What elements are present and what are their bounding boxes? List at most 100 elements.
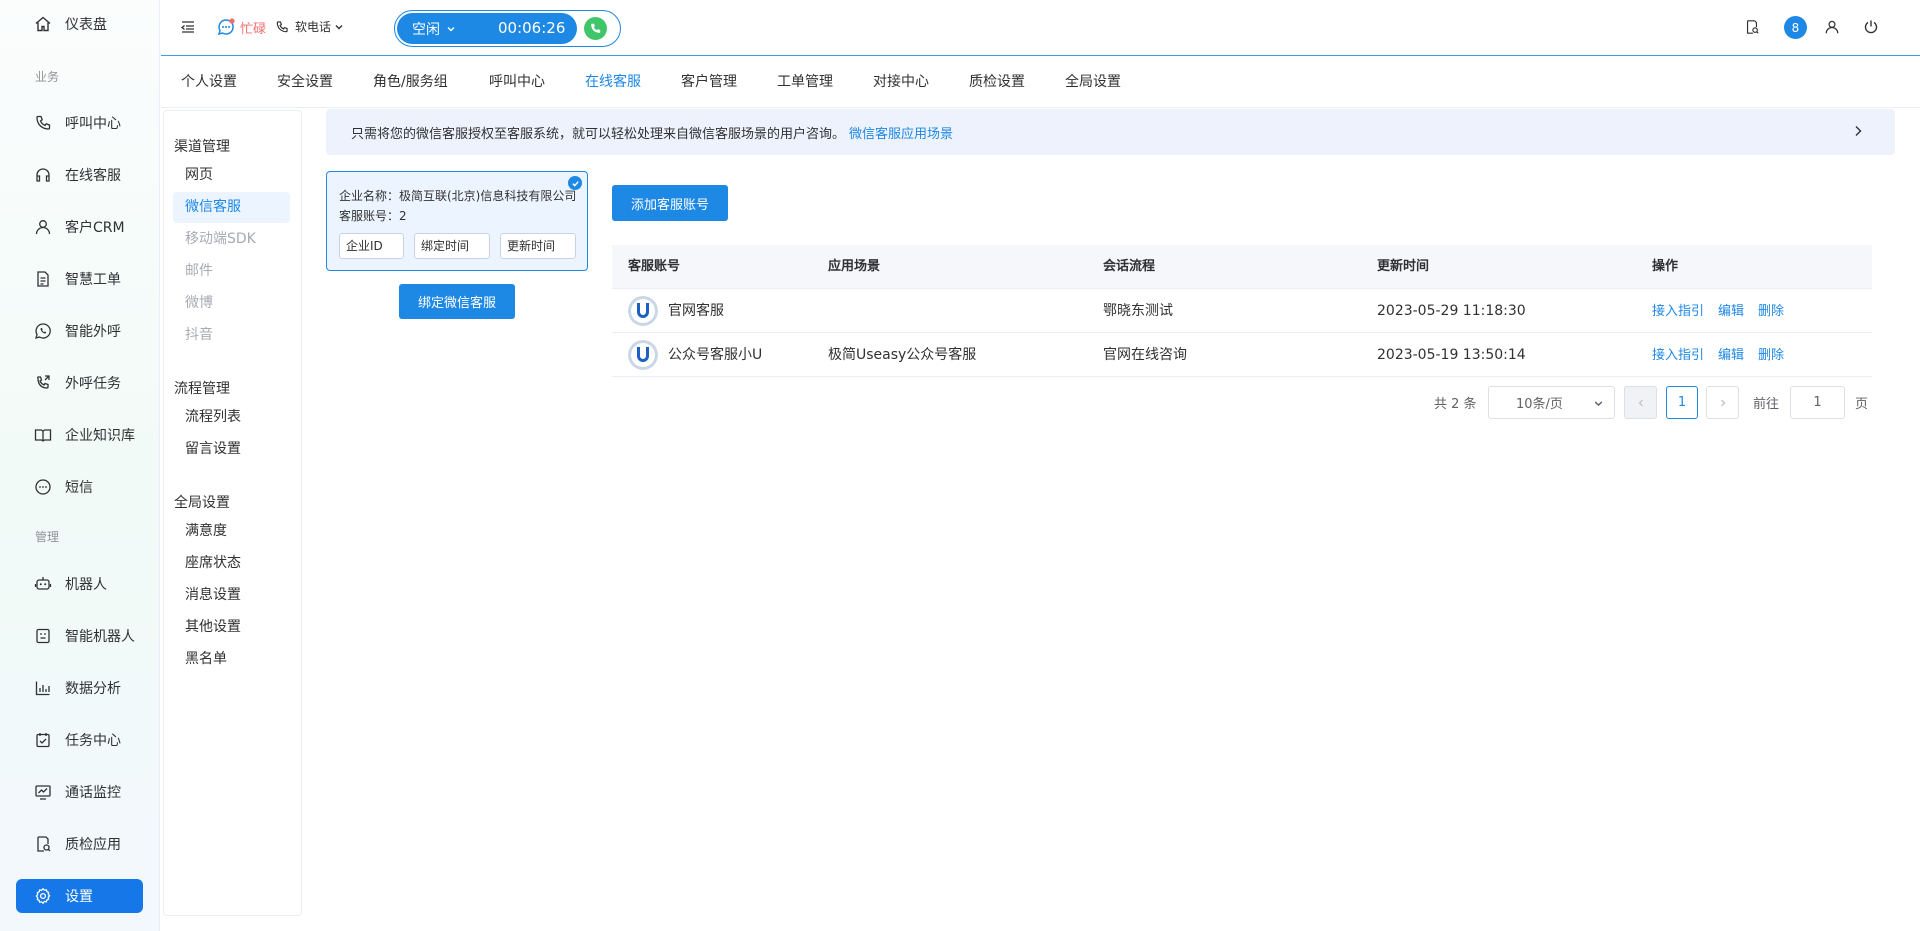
profile-button[interactable] (1824, 19, 1840, 35)
edit-link[interactable]: 编辑 (1718, 304, 1744, 319)
corp-account-count: 客服账号：2 (339, 209, 407, 223)
sidebar-item-smart-outbound[interactable]: 智能外呼 (16, 314, 143, 348)
cell-actions: 接入指引 编辑 删除 (1652, 333, 1798, 377)
softphone-selector[interactable]: 软电话 (275, 18, 344, 35)
sidebar-item-dashboard[interactable]: 仪表盘 (16, 7, 143, 41)
corp-card[interactable]: 企业名称：极简互联(北京)信息科技有限公司 客服账号：2 企业ID 绑定时间 更… (326, 171, 588, 271)
user-icon (35, 220, 51, 235)
logout-button[interactable] (1863, 19, 1879, 35)
page-size-select[interactable]: 10条/页 (1488, 386, 1615, 419)
sidebar-item-smart-ticket[interactable]: 智慧工单 (16, 262, 143, 296)
sidebar-item-task-center[interactable]: 任务中心 (16, 723, 143, 757)
sidebar-item-label: 数据分析 (65, 681, 121, 697)
col-updated: 更新时间 (1377, 259, 1430, 274)
sidebar-item-call-center[interactable]: 呼叫中心 (16, 106, 143, 140)
tab-personal[interactable]: 个人设置 (181, 57, 237, 108)
tab-global[interactable]: 全局设置 (1065, 57, 1121, 108)
sidebar-item-inspection[interactable]: 质检应用 (16, 827, 143, 861)
power-icon (1864, 20, 1878, 34)
tab-security[interactable]: 安全设置 (277, 57, 333, 108)
sidebar-item-sms[interactable]: 短信 (16, 470, 143, 504)
account-table: 客服账号 应用场景 会话流程 更新时间 操作 官网客服 鄂晓东测试 2023-0… (612, 245, 1872, 377)
tab-call-center[interactable]: 呼叫中心 (489, 57, 545, 108)
tab-ticket[interactable]: 工单管理 (777, 57, 833, 108)
call-timer: 00:06:26 (498, 19, 566, 37)
sidebar-item-label: 设置 (65, 889, 93, 905)
tab-online-service[interactable]: 在线客服 (585, 57, 641, 108)
sub-item-blacklist[interactable]: 黑名单 (173, 644, 290, 675)
col-flow: 会话流程 (1103, 259, 1156, 274)
info-banner: 只需将您的微信客服授权至客服系统，就可以轻松处理来自微信客服场景的用户咨询。 微… (326, 109, 1895, 155)
sidebar-item-label: 通话监控 (65, 785, 121, 801)
top-header: 忙碌 软电话 空闲 00:06:26 8 (161, 0, 1920, 56)
agent-status-select[interactable]: 空闲 (412, 13, 456, 44)
guide-link[interactable]: 接入指引 (1652, 304, 1704, 319)
sidebar-item-smart-robot[interactable]: 智能机器人 (16, 619, 143, 653)
page-size-value: 10条/页 (1516, 397, 1563, 412)
sidebar-item-data-analysis[interactable]: 数据分析 (16, 671, 143, 705)
sidebar-item-call-monitor[interactable]: 通话监控 (16, 775, 143, 809)
sidebar-item-crm[interactable]: 客户CRM (16, 210, 143, 244)
sub-item-web[interactable]: 网页 (173, 160, 290, 191)
sidebar-group-manage: 管理 (35, 530, 60, 544)
sub-group-channel: 渠道管理 (174, 139, 230, 155)
tab-roles[interactable]: 角色/服务组 (373, 57, 448, 108)
delete-link[interactable]: 删除 (1758, 304, 1784, 319)
notification-badge[interactable]: 8 (1784, 16, 1807, 39)
banner-link[interactable]: 微信客服应用场景 (849, 123, 953, 142)
agent-busy-status[interactable]: 忙碌 (216, 17, 266, 37)
prev-page-button[interactable] (1624, 386, 1657, 419)
chevron-left-icon (1638, 399, 1643, 406)
inspection-icon (1746, 20, 1759, 34)
sub-item-wechat[interactable]: 微信客服 (173, 192, 290, 223)
phone-icon (36, 115, 51, 130)
tab-integration[interactable]: 对接中心 (873, 57, 929, 108)
goto-page-input[interactable] (1790, 386, 1845, 419)
sub-item-notify-settings[interactable]: 消息设置 (173, 580, 290, 611)
sidebar-item-label: 客户CRM (65, 220, 125, 236)
chevron-down-icon (335, 24, 343, 29)
cell-account: 公众号客服小U (668, 347, 763, 363)
inspection-shortcut[interactable] (1744, 19, 1760, 35)
sidebar-item-label: 智能外呼 (65, 324, 121, 340)
delete-link[interactable]: 删除 (1758, 348, 1784, 363)
cell-account: 官网客服 (668, 303, 724, 319)
chevron-right-icon[interactable] (1851, 124, 1865, 138)
sidebar-item-online-service[interactable]: 在线客服 (16, 158, 143, 192)
sidebar-item-knowledge-base[interactable]: 企业知识库 (16, 418, 143, 452)
tab-customer[interactable]: 客户管理 (681, 57, 737, 108)
sidebar-item-label: 企业知识库 (65, 428, 135, 444)
sub-item-other-settings[interactable]: 其他设置 (173, 612, 290, 643)
col-scene: 应用场景 (828, 259, 881, 274)
sub-item-agent-status[interactable]: 座席状态 (173, 548, 290, 579)
cell-flow: 鄂晓东测试 (1103, 303, 1173, 319)
bind-wechat-button[interactable]: 绑定微信客服 (399, 284, 515, 319)
chat-bubble-icon (217, 18, 235, 36)
inspection-icon (37, 836, 51, 852)
collapse-menu-button[interactable] (180, 19, 196, 35)
sub-item-douyin: 抖音 (185, 327, 213, 343)
sidebar-item-settings[interactable]: 设置 (16, 879, 143, 913)
sub-item-satisfaction[interactable]: 满意度 (173, 516, 290, 547)
page-button-current[interactable]: 1 (1666, 386, 1698, 419)
indent-icon (180, 21, 194, 33)
headset-icon (36, 168, 50, 182)
edit-link[interactable]: 编辑 (1718, 348, 1744, 363)
sub-item-message-settings[interactable]: 留言设置 (173, 434, 290, 465)
sidebar-item-label: 短信 (65, 480, 93, 496)
page-suffix: 页 (1855, 397, 1869, 412)
tab-quality[interactable]: 质检设置 (969, 57, 1025, 108)
table-row: 官网客服 鄂晓东测试 2023-05-29 11:18:30 接入指引 编辑 删除 (612, 289, 1872, 333)
add-account-button[interactable]: 添加客服账号 (612, 185, 728, 221)
next-page-button[interactable] (1706, 386, 1739, 419)
col-actions: 操作 (1652, 259, 1679, 274)
gear-icon (35, 887, 51, 905)
sidebar-item-label: 质检应用 (65, 837, 121, 853)
sidebar-item-robot[interactable]: 机器人 (16, 567, 143, 601)
pagination-total: 共 2 条 (1434, 397, 1477, 412)
phone-icon (591, 23, 601, 33)
user-icon (1825, 20, 1839, 34)
guide-link[interactable]: 接入指引 (1652, 348, 1704, 363)
sidebar-group-business: 业务 (35, 70, 60, 84)
dial-button[interactable] (584, 17, 607, 40)
